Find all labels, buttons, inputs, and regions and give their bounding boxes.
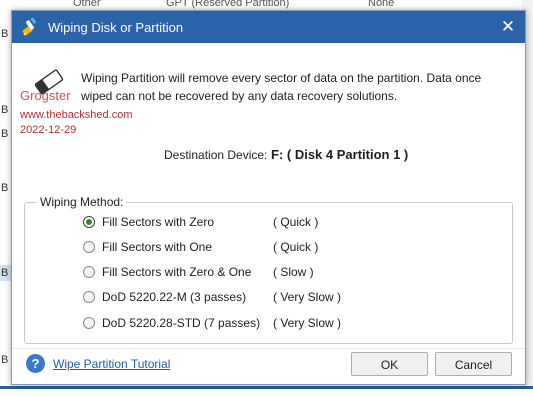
option-dod-3-pass[interactable]: DoD 5220.22-M (3 passes) ( Very Slow ) xyxy=(83,290,413,306)
wipe-dialog: Wiping Disk or Partition ✕ Wiping Partit… xyxy=(11,10,526,385)
background-cell: None xyxy=(368,0,395,9)
close-button[interactable]: ✕ xyxy=(497,16,519,38)
background-row-marker: B xyxy=(1,267,9,279)
option-speed: ( Quick ) xyxy=(273,240,319,254)
option-speed: ( Very Slow ) xyxy=(273,316,342,330)
wiping-method-legend: Wiping Method: xyxy=(37,195,127,209)
background-cell: Other xyxy=(73,0,101,9)
option-label: DoD 5220.28-STD (7 passes) xyxy=(102,316,261,330)
wipe-brush-icon xyxy=(22,17,37,36)
watermark-url: www.thebackshed.com xyxy=(20,109,133,121)
watermark-name: Grogster xyxy=(20,88,71,103)
radio-button[interactable] xyxy=(83,266,95,278)
dialog-title: Wiping Disk or Partition xyxy=(48,20,184,35)
background-row-marker: B xyxy=(1,28,9,40)
wipe-tutorial-link[interactable]: Wipe Partition Tutorial xyxy=(53,357,170,371)
close-icon: ✕ xyxy=(500,17,516,36)
option-label: DoD 5220.22-M (3 passes) xyxy=(102,290,247,304)
ok-button[interactable]: OK xyxy=(351,352,428,376)
option-fill-one[interactable]: Fill Sectors with One ( Quick ) xyxy=(83,240,413,256)
option-fill-zero-one[interactable]: Fill Sectors with Zero & One ( Slow ) xyxy=(83,265,413,281)
warning-message: Wiping Partition will remove every secto… xyxy=(81,71,482,103)
option-label: Fill Sectors with Zero xyxy=(102,215,215,229)
dialog-titlebar[interactable]: Wiping Disk or Partition ✕ xyxy=(12,11,525,43)
radio-button[interactable] xyxy=(83,291,95,303)
background-row-marker: B xyxy=(1,128,9,140)
option-speed: ( Very Slow ) xyxy=(273,290,342,304)
watermark-date: 2022-12-29 xyxy=(20,124,77,136)
background-row-marker: B xyxy=(1,354,9,366)
option-speed: ( Quick ) xyxy=(273,215,319,229)
destination-label: Destination Device: xyxy=(164,148,268,162)
option-label: Fill Sectors with One xyxy=(102,240,213,254)
option-fill-zero[interactable]: Fill Sectors with Zero ( Quick ) xyxy=(83,215,413,231)
radio-button[interactable] xyxy=(83,216,95,228)
background-row-marker: B xyxy=(1,182,9,194)
option-dod-7-pass[interactable]: DoD 5220.28-STD (7 passes) ( Very Slow ) xyxy=(83,316,413,332)
background-table-header: Other GPT (Reserved Partition) None xyxy=(0,0,533,10)
footer-divider xyxy=(12,348,525,349)
background-left-strip xyxy=(0,0,11,396)
radio-button[interactable] xyxy=(83,317,95,329)
background-row-marker: B xyxy=(1,104,9,116)
destination-value: F: ( Disk 4 Partition 1 ) xyxy=(271,147,409,162)
option-speed: ( Slow ) xyxy=(273,265,314,279)
radio-button[interactable] xyxy=(83,241,95,253)
option-label: Fill Sectors with Zero & One xyxy=(102,265,252,279)
help-icon[interactable]: ? xyxy=(26,354,45,373)
cancel-button[interactable]: Cancel xyxy=(435,352,512,376)
background-bottom-bar xyxy=(0,386,533,389)
background-cell: GPT (Reserved Partition) xyxy=(166,0,290,9)
